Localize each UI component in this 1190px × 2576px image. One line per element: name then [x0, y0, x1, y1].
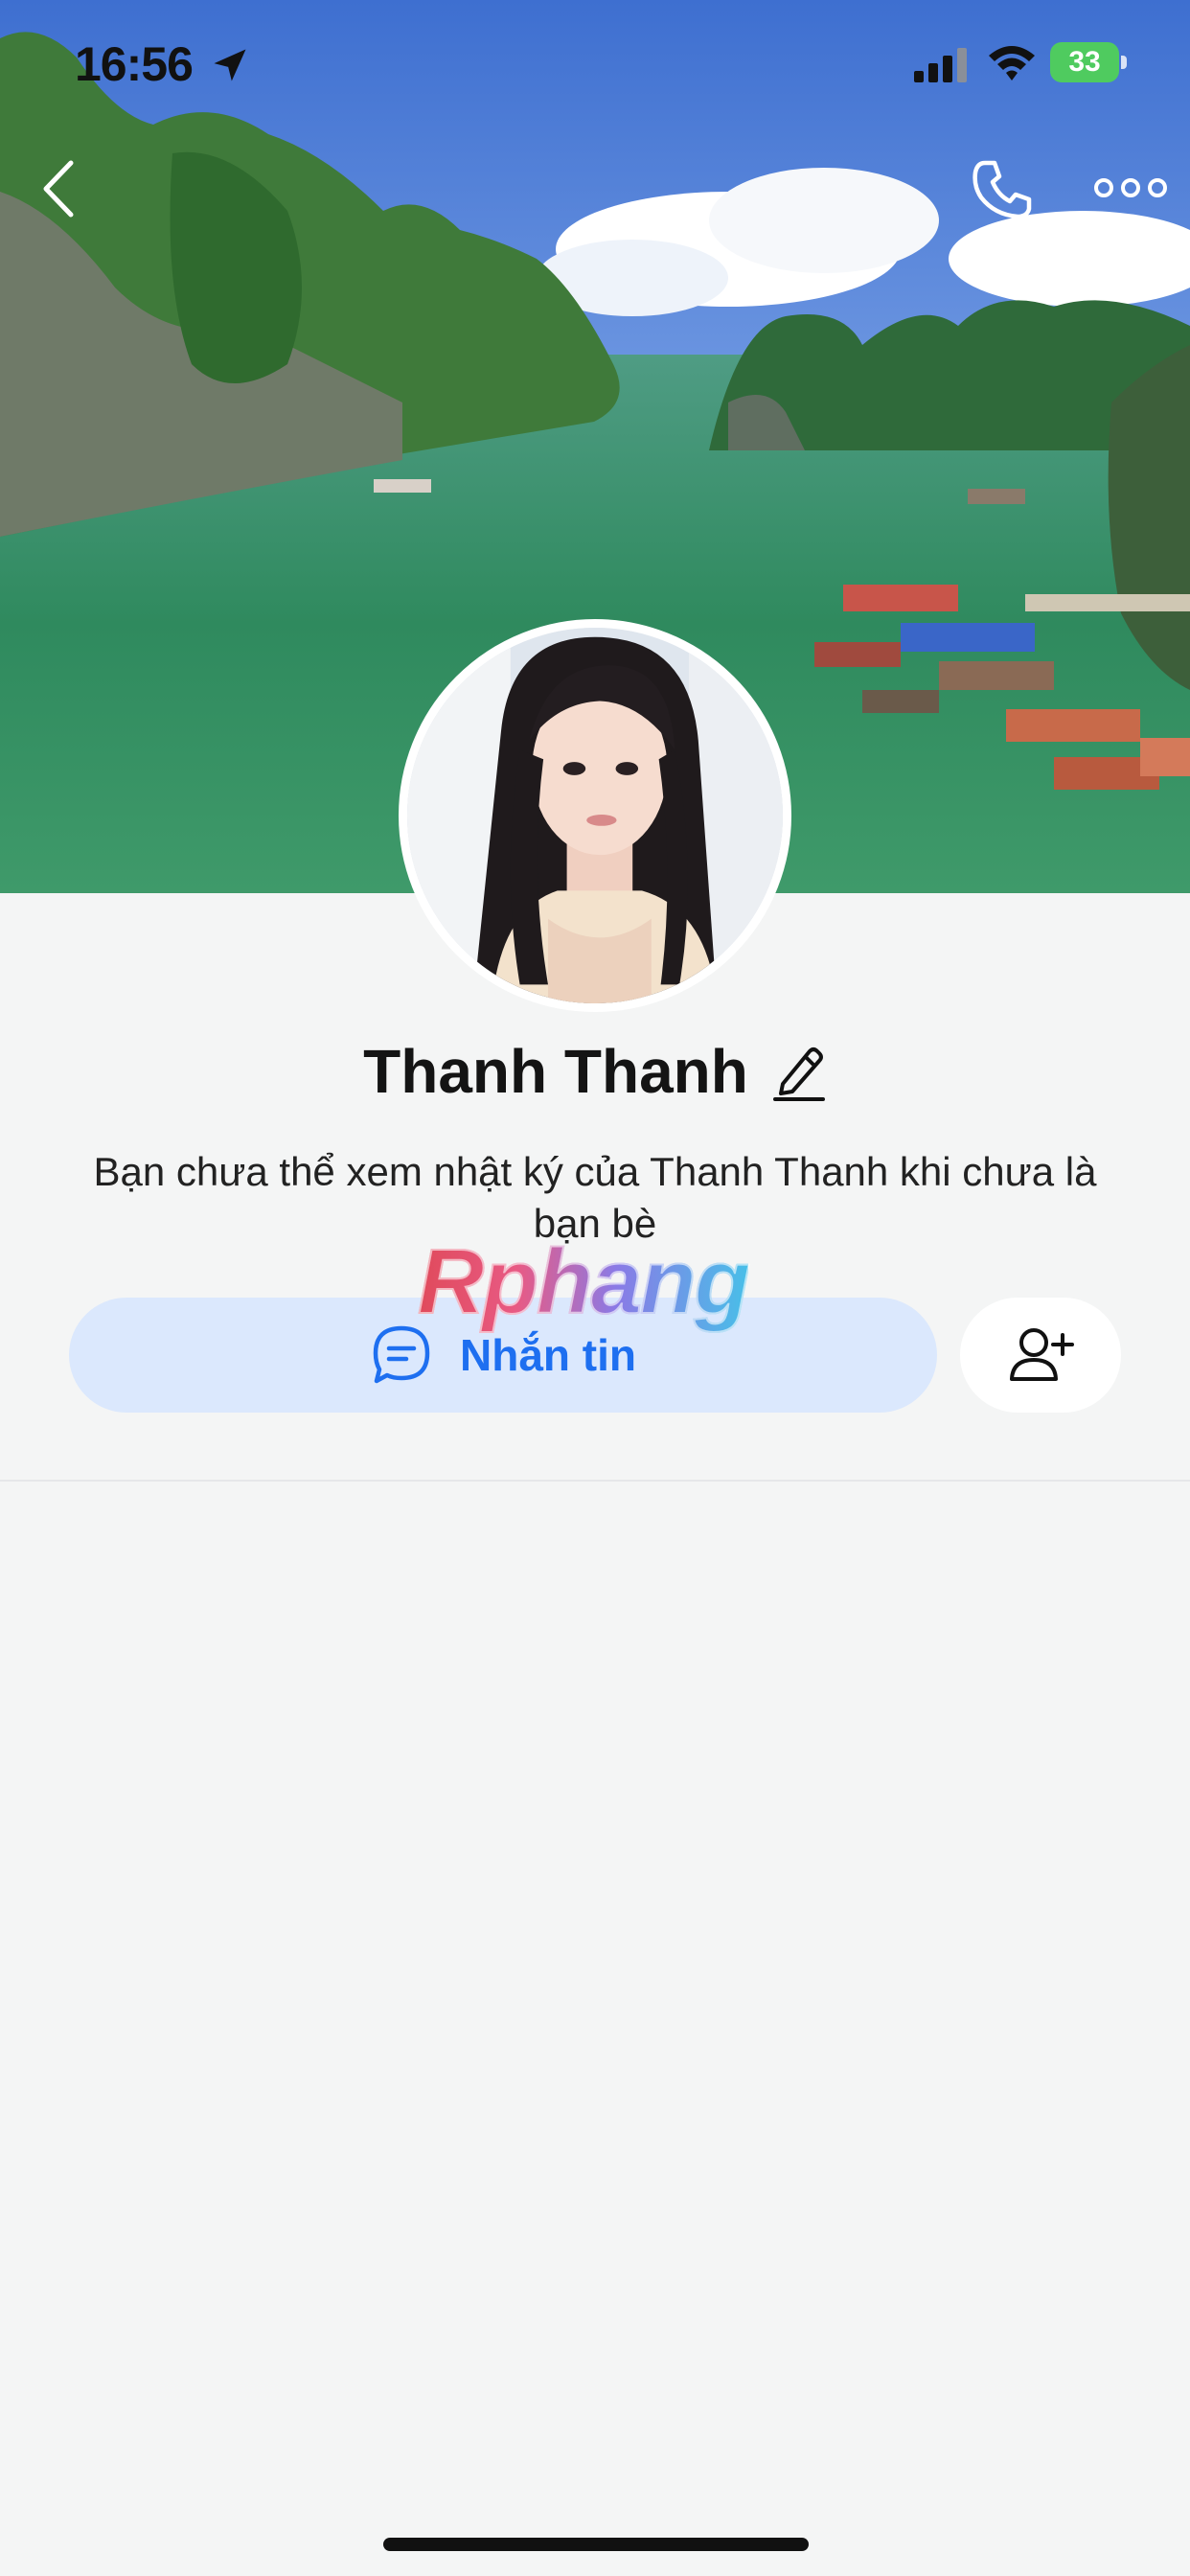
- status-bar: 16:56 33: [0, 0, 1190, 130]
- watermark-logo: Rphang: [417, 1230, 751, 1333]
- signal-icon: [914, 48, 967, 82]
- pencil-icon[interactable]: [771, 1042, 827, 1101]
- chevron-left-icon[interactable]: [33, 155, 82, 222]
- battery-tip: [1121, 56, 1127, 69]
- home-indicator[interactable]: [383, 2538, 809, 2551]
- battery-indicator: 33: [1050, 42, 1127, 82]
- location-arrow-icon: [214, 49, 246, 81]
- add-user-icon: [1010, 1328, 1074, 1381]
- add-friend-button[interactable]: [960, 1298, 1121, 1413]
- wifi-icon: [989, 46, 1035, 80]
- section-divider: [0, 1480, 1190, 1482]
- battery-level: 33: [1050, 42, 1119, 82]
- avatar[interactable]: [399, 619, 791, 1012]
- message-button-label: Nhắn tin: [460, 1330, 636, 1380]
- name-row: Thanh Thanh: [0, 1033, 1190, 1110]
- more-dots-icon[interactable]: [1092, 169, 1169, 207]
- profile-name: Thanh Thanh: [363, 1037, 748, 1106]
- status-time: 16:56: [75, 37, 194, 91]
- phone-icon[interactable]: [968, 155, 1037, 224]
